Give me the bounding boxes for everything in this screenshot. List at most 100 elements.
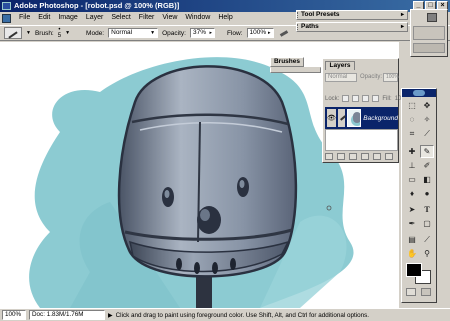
- document-icon[interactable]: [2, 13, 11, 23]
- robot-nose-shine: [200, 209, 210, 221]
- layer-opacity-field[interactable]: 100%: [383, 73, 399, 82]
- slice-icon[interactable]: ⟋: [420, 127, 434, 140]
- shape-icon[interactable]: ▢: [420, 217, 434, 230]
- brush-icon[interactable]: ✎: [420, 145, 434, 158]
- blend-mode-value: Normal: [328, 74, 348, 80]
- opacity-label: Opacity:: [162, 29, 186, 37]
- dodge-icon[interactable]: ●: [420, 187, 434, 200]
- mouth-slot: [194, 262, 200, 274]
- menu-view[interactable]: View: [158, 12, 181, 24]
- lasso-icon[interactable]: ◌: [405, 113, 419, 126]
- opacity-field[interactable]: 37% ▸: [189, 28, 215, 38]
- gradient-icon[interactable]: ◧: [420, 173, 434, 186]
- layer-opacity-value: 100%: [386, 74, 399, 80]
- eyedropper-icon[interactable]: ⟋: [420, 233, 434, 246]
- mode-value: Normal: [111, 29, 133, 36]
- robot-eye-left-shine: [164, 190, 170, 198]
- layer-set-icon[interactable]: [349, 153, 357, 160]
- history-brush-icon[interactable]: ✐: [420, 159, 434, 172]
- layer-mask-icon[interactable]: [337, 153, 345, 160]
- type-icon[interactable]: T: [420, 203, 434, 216]
- chevron-down-icon: ▼: [150, 30, 156, 36]
- status-menu-arrow-icon[interactable]: ▶: [108, 312, 113, 319]
- brush-label: Brush:: [34, 29, 54, 37]
- new-layer-icon[interactable]: [373, 153, 381, 160]
- menu-layer[interactable]: Layer: [82, 12, 108, 24]
- brushes-palette-strip: [270, 67, 321, 73]
- opacity-value: 37%: [192, 29, 206, 36]
- palette-arrow-icon: ▸: [400, 24, 404, 30]
- eye-icon[interactable]: 👁: [327, 109, 336, 127]
- brushes-tab[interactable]: Brushes: [270, 57, 304, 67]
- stamp-icon[interactable]: ⊥: [405, 159, 419, 172]
- foreground-color-swatch[interactable]: [406, 263, 422, 277]
- hand-icon[interactable]: ✋: [405, 247, 419, 260]
- palette-arrow-icon: ▸: [400, 12, 404, 18]
- brush-link-icon[interactable]: [337, 109, 345, 127]
- lock-position-icon[interactable]: [362, 95, 370, 102]
- lock-label: Lock:: [325, 95, 340, 102]
- path-select-icon[interactable]: ➤: [405, 203, 419, 216]
- brush-dropdown-icon[interactable]: ▼: [65, 30, 70, 36]
- tool-preset-picker[interactable]: [4, 27, 22, 39]
- layers-palette: Layers Normal Opacity: 100% Lock: Fill: …: [322, 58, 410, 163]
- notes-icon[interactable]: ▤: [405, 233, 419, 246]
- zoom-field[interactable]: 100%: [2, 310, 26, 320]
- layer-row-background[interactable]: 👁 Background: [325, 107, 398, 129]
- mouth-slot: [212, 262, 218, 274]
- pen-icon[interactable]: ✒: [405, 217, 419, 230]
- layer-thumbnail: [346, 109, 362, 127]
- lock-transparency-icon[interactable]: [342, 95, 350, 102]
- eraser-icon[interactable]: ▭: [405, 173, 419, 186]
- layer-style-icon[interactable]: [325, 153, 333, 160]
- chevron-right-icon: ▸: [209, 30, 212, 36]
- layer-name: Background: [363, 114, 398, 122]
- menu-image[interactable]: Image: [54, 12, 81, 24]
- blend-mode-select[interactable]: Normal: [325, 73, 357, 82]
- chevron-right-icon: ▸: [267, 30, 271, 36]
- move-icon[interactable]: ✥: [420, 99, 434, 112]
- lock-pixels-icon[interactable]: [352, 95, 360, 102]
- chevron-down-icon[interactable]: ▼: [26, 30, 31, 36]
- crop-icon[interactable]: ⌗: [405, 127, 419, 140]
- lock-row: Lock: Fill: 100%: [325, 95, 410, 102]
- adjustment-layer-icon[interactable]: [361, 153, 369, 160]
- healing-icon[interactable]: ✚: [405, 145, 419, 158]
- menu-edit[interactable]: Edit: [34, 12, 54, 24]
- robot-nose: [197, 206, 221, 234]
- palette-close-icon[interactable]: [427, 13, 437, 22]
- airbrush-icon[interactable]: [278, 27, 290, 39]
- menu-file[interactable]: File: [15, 12, 34, 24]
- standard-mode-icon[interactable]: [406, 288, 416, 296]
- magic-wand-icon[interactable]: ✧: [420, 113, 434, 126]
- menu-filter[interactable]: Filter: [135, 12, 159, 24]
- layers-tab[interactable]: Layers: [325, 61, 355, 70]
- layers-bottom-bar: [325, 153, 393, 160]
- brush-size-picker[interactable]: • 5: [58, 27, 61, 39]
- layer-opacity-label: Opacity:: [360, 74, 383, 80]
- mouth-slot: [230, 258, 236, 270]
- paths-tab[interactable]: Paths ▸: [296, 22, 408, 32]
- menu-select[interactable]: Select: [107, 12, 134, 24]
- quick-mask-icon[interactable]: [421, 288, 431, 296]
- blur-icon[interactable]: ♦: [405, 187, 419, 200]
- flow-field[interactable]: 100% ▸: [246, 28, 274, 38]
- fill-label: Fill:: [382, 95, 392, 102]
- brushes-label: Brushes: [273, 58, 300, 65]
- mode-label: Mode:: [86, 29, 105, 37]
- zoom-icon[interactable]: ⚲: [420, 247, 434, 260]
- marquee-icon[interactable]: ⬚: [405, 99, 419, 112]
- mode-select[interactable]: Normal ▼: [108, 28, 159, 38]
- lock-all-icon[interactable]: [372, 95, 380, 102]
- trash-icon[interactable]: [385, 153, 393, 160]
- palette-slider[interactable]: [413, 43, 445, 53]
- menu-window[interactable]: Window: [181, 12, 214, 24]
- photoshop-window: Adobe Photoshop - [robot.psd @ 100% (RGB…: [0, 0, 450, 321]
- adobe-feather-icon[interactable]: [413, 90, 425, 96]
- menu-help[interactable]: Help: [214, 12, 236, 24]
- tool-presets-tab[interactable]: Tool Presets ▸: [296, 10, 408, 20]
- status-bar: 100% Doc: 1.83M/1.76M ▶ Click and drag t…: [0, 308, 450, 321]
- navigator-palette: [410, 9, 448, 57]
- grip-icon: [297, 24, 299, 30]
- window-title: Adobe Photoshop - [robot.psd @ 100% (RGB…: [14, 1, 180, 10]
